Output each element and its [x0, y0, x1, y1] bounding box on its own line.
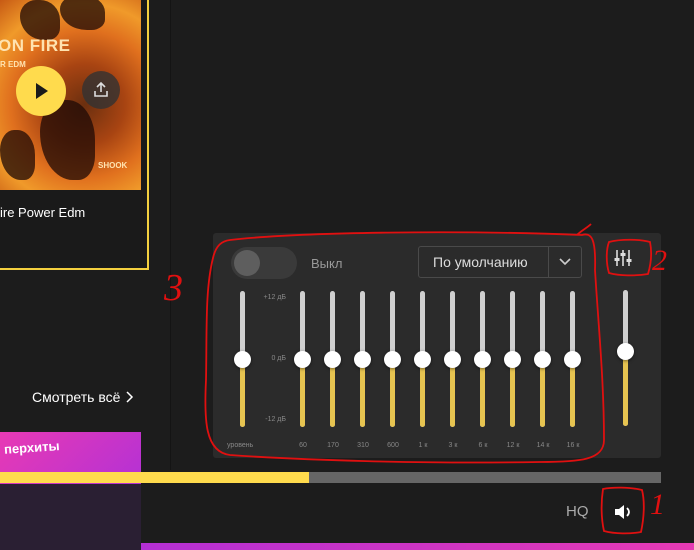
volume-slider-control[interactable]	[617, 290, 634, 426]
toggle-knob	[234, 250, 260, 276]
slider-fill	[510, 359, 515, 427]
band-slider-3[interactable]	[354, 291, 371, 427]
band-frequency-label: 12 к	[506, 442, 520, 449]
album-card[interactable]: ON FIRE R EDM SHOOK ire Power Edm	[0, 0, 149, 270]
slider-knob[interactable]	[354, 350, 371, 368]
db-label-bottom: -12 дБ	[265, 416, 286, 423]
column-divider	[170, 0, 171, 470]
slider-knob[interactable]	[504, 350, 521, 368]
band-frequency-label: 60	[299, 442, 307, 449]
db-label-top: +12 дБ	[263, 294, 287, 301]
band-frequency-label: 310	[357, 442, 369, 449]
slider-fill	[240, 359, 245, 427]
slider-knob[interactable]	[617, 342, 634, 360]
band-slider-5[interactable]	[414, 291, 431, 427]
bottom-stripe	[141, 543, 694, 550]
album-name[interactable]: ire Power Edm	[0, 205, 85, 220]
slider-fill	[360, 359, 365, 427]
play-icon	[36, 83, 48, 99]
slider-fill	[420, 359, 425, 427]
annotation-label-1: 1	[650, 488, 665, 521]
slider-fill	[570, 359, 575, 427]
hq-button[interactable]: HQ	[566, 503, 589, 520]
slider-knob[interactable]	[234, 350, 251, 368]
band-frequency-label: 6 к	[478, 442, 488, 449]
band-slider-7[interactable]	[474, 291, 491, 427]
slider-knob[interactable]	[324, 350, 341, 368]
slider-knob[interactable]	[444, 350, 461, 368]
chevron-down-icon	[559, 258, 571, 266]
slider-fill	[330, 359, 335, 427]
cover-subtitle: R EDM	[0, 60, 26, 69]
cover-figure	[60, 0, 105, 30]
album-cover[interactable]: ON FIRE R EDM SHOOK	[0, 0, 141, 190]
preamp-slider[interactable]	[234, 291, 251, 427]
share-icon	[94, 81, 108, 97]
slider-fill	[480, 359, 485, 427]
level-label: уровень	[227, 442, 254, 449]
chevron-right-icon	[126, 391, 134, 403]
speaker-icon	[615, 505, 630, 519]
equalizer-button[interactable]	[612, 247, 634, 269]
band-frequency-label: 600	[387, 442, 399, 449]
share-button[interactable]	[82, 71, 120, 109]
band-frequency-label: 14 к	[536, 442, 550, 449]
slider-fill	[450, 359, 455, 427]
slider-knob[interactable]	[534, 350, 551, 368]
slider-knob[interactable]	[294, 350, 311, 368]
annotation-label-3: 3	[163, 267, 183, 309]
band-slider-1[interactable]	[294, 291, 311, 427]
play-button[interactable]	[16, 66, 66, 116]
slider-fill	[623, 351, 628, 426]
band-slider-10[interactable]	[564, 291, 581, 427]
preset-selected-value: По умолчанию	[433, 254, 528, 270]
band-frequency-label: 16 к	[566, 442, 580, 449]
slider-knob[interactable]	[384, 350, 401, 368]
promo-label: перхиты	[3, 438, 61, 457]
equalizer-toggle-label: Выкл	[311, 256, 343, 271]
band-slider-6[interactable]	[444, 291, 461, 427]
volume-popup	[606, 278, 646, 458]
band-frequency-label: 1 к	[418, 442, 428, 449]
cover-figure	[20, 0, 60, 40]
equalizer-toggle[interactable]	[231, 247, 297, 279]
see-all-label: Смотреть всё	[32, 389, 121, 405]
slider-knob[interactable]	[474, 350, 491, 368]
band-frequency-label: 3 к	[448, 442, 458, 449]
band-slider-4[interactable]	[384, 291, 401, 427]
equalizer-panel: Выкл По умолчанию +12 дБ 0 дБ -12 дБ уро…	[213, 233, 661, 458]
cover-title: ON FIRE	[0, 36, 71, 55]
equalizer-icon	[614, 250, 632, 266]
band-frequency-label: 170	[327, 442, 339, 449]
db-label-mid: 0 дБ	[271, 355, 286, 362]
progress-fill	[0, 472, 309, 483]
slider-fill	[540, 359, 545, 427]
cover-brand: SHOOK	[98, 161, 128, 170]
band-slider-9[interactable]	[534, 291, 551, 427]
band-slider-2[interactable]	[324, 291, 341, 427]
promo-card[interactable]: перхиты	[0, 432, 141, 550]
slider-knob[interactable]	[414, 350, 431, 368]
slider-knob[interactable]	[564, 350, 581, 368]
slider-fill	[300, 359, 305, 427]
cover-figure	[0, 130, 35, 180]
slider-fill	[390, 359, 395, 427]
promo-image	[0, 484, 141, 550]
see-all-link[interactable]: Смотреть всё	[32, 389, 134, 405]
preset-dropdown-button[interactable]	[548, 247, 581, 277]
preset-select[interactable]: По умолчанию	[418, 246, 582, 278]
band-slider-8[interactable]	[504, 291, 521, 427]
volume-button[interactable]	[612, 500, 636, 524]
